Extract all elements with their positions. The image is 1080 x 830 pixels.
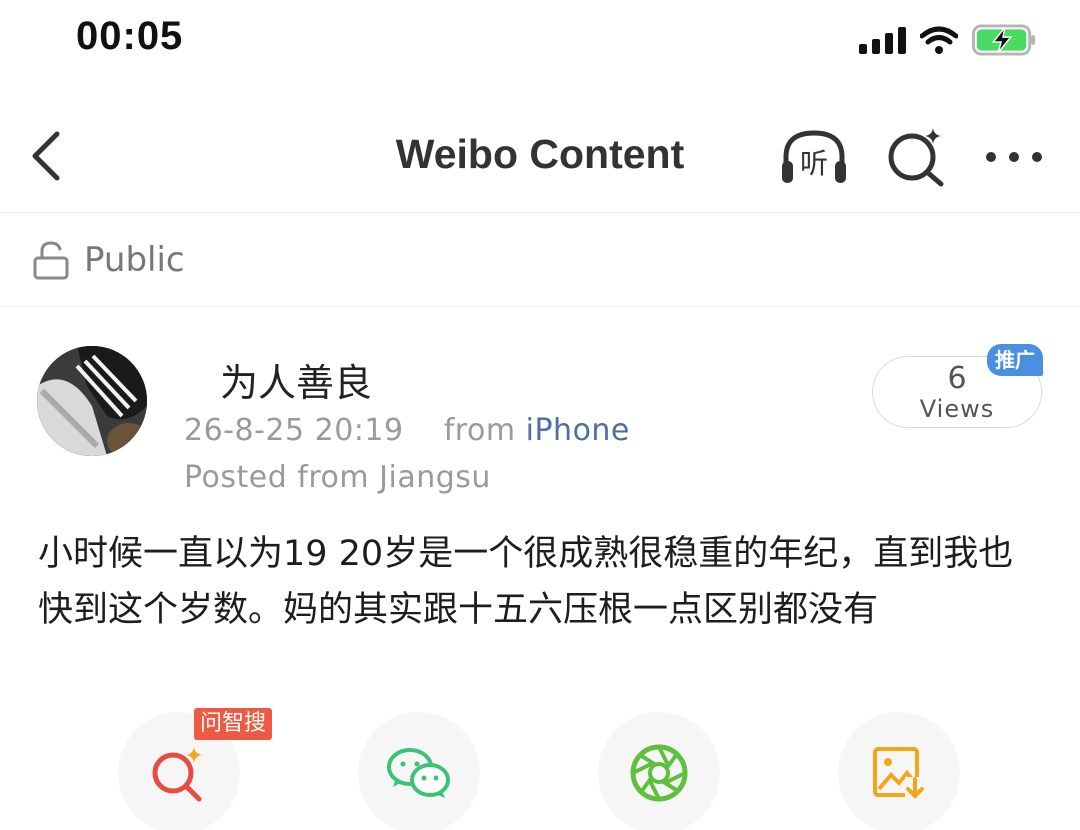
avatar-image	[37, 346, 147, 456]
ai-search-icon	[888, 128, 944, 187]
post-source[interactable]: iPhone	[526, 413, 630, 448]
save-image-icon	[873, 747, 925, 799]
ai-search-icon	[152, 747, 202, 802]
status-icons	[859, 20, 1036, 60]
post-date: 26-8-25 20:19	[184, 413, 404, 448]
share-save-image-button[interactable]	[838, 712, 960, 830]
post-text: 小时候一直以为19 20岁是一个很成熟很稳重的年纪，直到我也快到这个岁数。妈的其…	[38, 534, 1014, 630]
more-icon	[986, 152, 1042, 162]
listen-headphones-icon: 听	[782, 130, 846, 183]
moments-icon	[630, 744, 688, 802]
views-label: Views	[919, 395, 995, 423]
navigation-bar: Weibo Content 听	[0, 98, 1080, 213]
post-from-word: from	[443, 413, 516, 448]
listen-button[interactable]: 听	[776, 122, 852, 192]
share-bar: 问智搜	[0, 700, 1080, 830]
share-wechat-button[interactable]	[358, 712, 480, 830]
wechat-icon	[387, 748, 450, 798]
ai-search-button[interactable]	[878, 122, 954, 192]
visibility-label: Public	[84, 240, 185, 280]
wifi-icon	[920, 26, 958, 54]
cellular-signal-icon	[859, 26, 906, 54]
visibility-row: Public	[0, 214, 1080, 307]
ai-search-badge: 问智搜	[194, 708, 273, 740]
status-bar: 00:05	[0, 0, 1080, 80]
share-moments-button[interactable]	[598, 712, 720, 830]
weibo-post-screen: 00:05 Weibo Content 听 Public 为人善良 26-8-2…	[0, 0, 1080, 830]
username[interactable]: 为人善良	[220, 352, 372, 407]
more-button[interactable]	[976, 122, 1052, 192]
avatar[interactable]	[37, 346, 147, 456]
status-time: 00:05	[76, 14, 184, 58]
lock-open-icon	[33, 241, 69, 280]
promote-badge[interactable]: 推广	[987, 344, 1043, 376]
post-location: Posted from Jiangsu	[184, 460, 491, 495]
post-meta: 26-8-25 20:19 from iPhone	[184, 413, 630, 448]
battery-charging-icon	[972, 24, 1036, 56]
svg-text:听: 听	[800, 147, 828, 180]
